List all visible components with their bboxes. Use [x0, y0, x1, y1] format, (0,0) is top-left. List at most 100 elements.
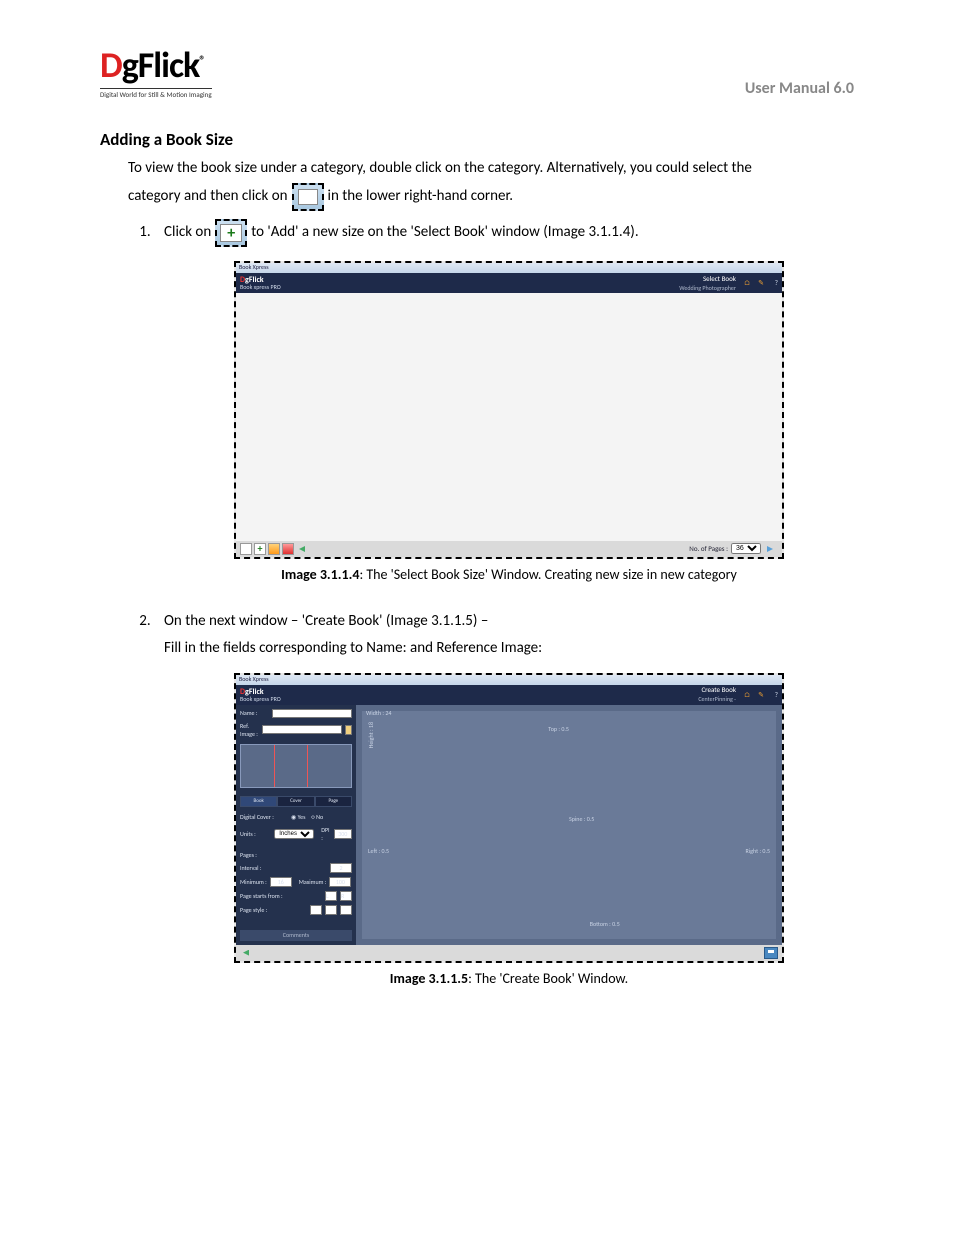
app-brand-sub: Book xpress PRO: [240, 284, 281, 290]
name-input[interactable]: [272, 709, 352, 718]
caption-2-bold: Image 3.1.1.5: [390, 970, 468, 987]
footer-back-arrow-icon-2[interactable]: [240, 947, 254, 959]
page-style-2-button[interactable]: [325, 905, 337, 915]
page-starts-row: Page starts from : L R: [240, 891, 352, 901]
caption-2-rest: : The 'Create Book' Window.: [468, 970, 628, 987]
footer-back-arrow-icon[interactable]: [296, 543, 310, 555]
app-brand-sub-2: Book xpress PRO: [240, 696, 281, 702]
minmax-row: Minimum : 16 Maximum : 100: [240, 877, 352, 887]
footer-add-icon[interactable]: [254, 543, 266, 555]
logo-text: DgFlick®: [100, 40, 212, 90]
caption-2: Image 3.1.1.5: The 'Create Book' Window.: [164, 969, 854, 989]
units-label: Units :: [240, 830, 271, 838]
page-starts-left-button[interactable]: L: [325, 891, 337, 901]
tool-icon-2[interactable]: ✎: [754, 690, 764, 700]
page-style-label: Page style :: [240, 906, 307, 914]
tab-cover[interactable]: Cover: [277, 796, 314, 807]
intro-line-1: To view the book size under a category, …: [128, 158, 854, 179]
dpi-input[interactable]: 300: [334, 829, 352, 839]
help-icon-2[interactable]: ?: [768, 690, 778, 700]
footer-delete-icon[interactable]: [282, 543, 294, 555]
footer-edit-icon[interactable]: [268, 543, 280, 555]
footer-next-arrow-icon[interactable]: [764, 543, 778, 555]
interval-label: Interval :: [240, 864, 278, 872]
app-body-empty: [236, 293, 782, 541]
logo: DgFlick® Digital World for Still & Motio…: [100, 40, 212, 100]
step-2: On the next window – 'Create Book' (Imag…: [154, 611, 854, 989]
page-style-3-button[interactable]: [340, 905, 352, 915]
step-1: Click on to 'Add' a new size on the 'Sel…: [154, 219, 854, 585]
add-icon: [215, 219, 247, 247]
footer-pages-select[interactable]: 36: [731, 543, 761, 554]
tab-book[interactable]: Book: [240, 796, 277, 807]
header-right-title: Select Book: [679, 274, 736, 284]
left-panel: Name : Ref. Image : Book Cover Page: [236, 705, 356, 945]
comments-bar[interactable]: Comments: [240, 930, 352, 940]
canvas-area: Width : 24 Height : 18 Top : 0.5 Spine :…: [362, 711, 776, 939]
radio-yes[interactable]: ◉ Yes: [291, 813, 305, 821]
minimum-input[interactable]: 16: [270, 877, 292, 887]
page-style-row: Page style :: [240, 905, 352, 915]
page-starts-label: Page starts from :: [240, 892, 322, 900]
intro-line-2: category and then click on in the lower …: [128, 183, 854, 211]
pages-heading: Pages :: [240, 851, 352, 859]
tabs-row: Book Cover Page: [240, 796, 352, 807]
section-heading: Adding a Book Size: [100, 128, 854, 152]
digital-cover-label: Digital Cover :: [240, 813, 288, 821]
right-label: Right : 0.5: [746, 847, 770, 855]
ref-image-label: Ref. Image :: [240, 722, 259, 739]
page-style-1-button[interactable]: [310, 905, 322, 915]
tab-page[interactable]: Page: [315, 796, 352, 807]
app-header-right-2: Create Book CenterPinning - ⌂ ✎ ?: [698, 685, 778, 703]
maximum-input[interactable]: 100: [329, 877, 351, 887]
radio-no[interactable]: ○ No: [311, 813, 323, 821]
header-right-sub: Wedding Photographer: [679, 284, 736, 292]
save-icon[interactable]: [764, 947, 778, 959]
footer-pages: No. of Pages : 36: [689, 543, 778, 555]
ref-image-input[interactable]: [262, 725, 342, 734]
manual-version-label: User Manual 6.0: [745, 78, 854, 100]
logo-rest: gFlick: [122, 43, 200, 87]
browse-button[interactable]: [345, 725, 352, 735]
home-icon-2[interactable]: ⌂: [740, 690, 750, 700]
footer-left-icons: [240, 543, 310, 555]
header-right-title-2: Create Book: [698, 685, 736, 695]
units-select[interactable]: Inches: [274, 829, 314, 839]
tool-icon[interactable]: ✎: [754, 278, 764, 288]
intro-line-2-pre: category and then click on: [128, 186, 288, 207]
page-starts-right-button[interactable]: R: [340, 891, 352, 901]
footer-blank-icon[interactable]: [240, 543, 252, 555]
step-2-line2: Fill in the fields corresponding to Name…: [164, 638, 854, 659]
name-row: Name :: [240, 709, 352, 718]
expand-icon: [292, 183, 324, 211]
window-titlebar-2: Book Xpress: [236, 675, 782, 685]
bottom-label: Bottom : 0.5: [590, 920, 620, 928]
digital-cover-radios: ◉ Yes ○ No: [291, 813, 323, 821]
ref-image-row: Ref. Image :: [240, 722, 352, 739]
footer-pages-label: No. of Pages :: [689, 544, 728, 554]
steps-list: Click on to 'Add' a new size on the 'Sel…: [154, 219, 854, 988]
top-label: Top : 0.5: [548, 725, 569, 733]
interval-row: Interval : 2: [240, 863, 352, 873]
logo-letter-d: D: [100, 43, 122, 87]
app-header-left: DgFlick Book xpress PRO: [240, 276, 281, 290]
step-1-post: to 'Add' a new size on the 'Select Book'…: [251, 222, 638, 243]
caption-1: Image 3.1.1.4: The 'Select Book Size' Wi…: [164, 565, 854, 585]
header-right-text: Select Book Wedding Photographer: [679, 274, 736, 292]
screenshot-select-book: Book Xpress DgFlick Book xpress PRO Sele…: [234, 261, 784, 559]
help-icon[interactable]: ?: [768, 278, 778, 288]
canvas-panel: Width : 24 Height : 18 Top : 0.5 Spine :…: [356, 705, 782, 945]
width-label: Width : 24: [366, 709, 391, 717]
app-header-right: Select Book Wedding Photographer ⌂ ✎ ?: [679, 274, 778, 292]
app-body-2: Name : Ref. Image : Book Cover Page: [236, 705, 782, 945]
left-label: Left : 0.5: [368, 847, 389, 855]
spine-label: Spine : 0.5: [569, 815, 594, 823]
digital-cover-row: Digital Cover : ◉ Yes ○ No: [240, 813, 352, 821]
home-icon[interactable]: ⌂: [740, 278, 750, 288]
screenshot-create-book: Book Xpress DgFlick Book xpress PRO Crea…: [234, 673, 784, 963]
height-label: Height : 18: [367, 722, 375, 748]
interval-input[interactable]: 2: [330, 863, 352, 873]
app-footer: No. of Pages : 36: [236, 541, 782, 557]
app-header-2: DgFlick Book xpress PRO Create Book Cent…: [236, 685, 782, 705]
app-header: DgFlick Book xpress PRO Select Book Wedd…: [236, 273, 782, 293]
